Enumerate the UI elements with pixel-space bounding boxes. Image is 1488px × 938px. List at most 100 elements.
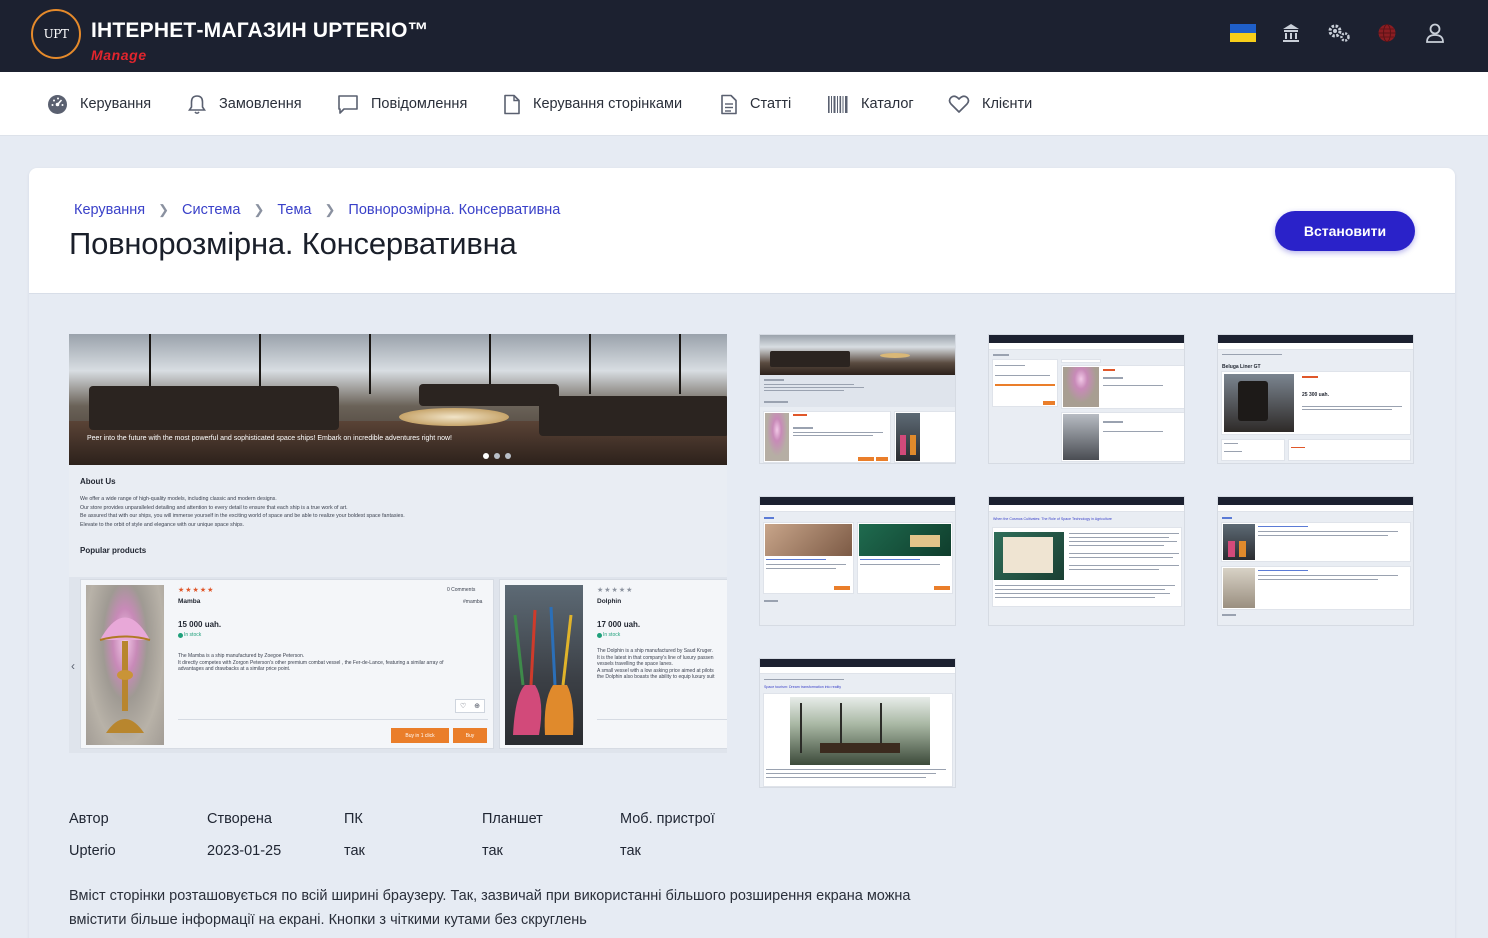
document-icon (721, 94, 737, 114)
breadcrumb-link[interactable]: Керування (74, 202, 145, 218)
nav-item-pages[interactable]: Керування сторінками (503, 72, 682, 136)
about-line: Be assured that with our ships, you will… (80, 513, 405, 520)
meta-header-mobile: Моб. пристрої (620, 811, 715, 827)
nav-item-dashboard[interactable]: Керування (47, 72, 151, 136)
install-button[interactable]: Встановити (1275, 211, 1415, 251)
bell-icon (188, 94, 206, 114)
product-image (86, 585, 164, 745)
page-icon (504, 94, 520, 114)
message-icon (338, 94, 358, 114)
product-rating: ★★★★★ (178, 587, 215, 594)
heart-icon (948, 95, 970, 113)
store-title: ІНТЕРНЕТ-МАГАЗИН UPTERIO™ (91, 19, 429, 42)
chevron-left-icon[interactable]: ‹ (71, 659, 75, 673)
hero-caption: Peer into the future with the most power… (87, 435, 452, 442)
product-rating: ★★★★★ (597, 587, 634, 594)
stock-dot-icon (178, 633, 183, 638)
nav-label: Керування сторінками (533, 96, 683, 112)
product-price: 17 000 uah. (597, 620, 641, 629)
theme-description: Вміст сторінки розташовується по всій ши… (69, 888, 911, 928)
heart-icon[interactable]: ♡ (460, 702, 466, 710)
nav-item-articles[interactable]: Статті (720, 72, 791, 136)
product-image (505, 585, 583, 745)
chevron-right-icon: ❯ (158, 202, 170, 217)
about-line: Our store provides unparalleled detailin… (80, 504, 348, 511)
theme-card: Керування ❯ Система ❯ Тема ❯ Повнорозмірна.… (29, 168, 1455, 938)
top-actions (1230, 20, 1448, 46)
meta-value-pc: так (344, 843, 365, 859)
wishlist-compare[interactable]: ♡ ⊕ (455, 699, 485, 713)
nav-label: Керування (80, 96, 152, 112)
main-nav: Керування Замовлення Повідомлення Керува… (0, 72, 1488, 136)
nav-label: Замовлення (219, 96, 302, 112)
nav-label: Статті (750, 96, 792, 112)
breadcrumb: Керування ❯ Система ❯ Тема ❯ Повнорозмірна.… (74, 202, 560, 218)
nav-item-orders[interactable]: Замовлення (187, 72, 302, 136)
product-stock: In stock (603, 632, 621, 638)
meta-value-author: Upterio (69, 843, 116, 859)
thumb-post-title: Space tourism: Dream transformation into… (764, 685, 842, 689)
theme-thumbnail-post[interactable]: Space tourism: Dream transformation into… (759, 658, 956, 788)
about-line: Elevate to the orbit of style and elegan… (80, 521, 245, 528)
meta-header-tablet: Планшет (482, 811, 543, 827)
globe-icon[interactable] (1374, 20, 1400, 46)
breadcrumb-current[interactable]: Повнорозмірна. Консервативна (348, 202, 560, 218)
about-title: About Us (80, 477, 116, 486)
about-section: About Us We offer a wide range of high-q… (80, 477, 720, 529)
product-brand: #mamba (463, 599, 483, 605)
meta-header-author: Автор (69, 811, 109, 827)
barcode-icon (828, 95, 848, 113)
slider-dots[interactable] (483, 453, 511, 459)
theme-thumbnail-catalog[interactable] (988, 334, 1185, 464)
top-bar: UPT ІНТЕРНЕТ-МАГАЗИН UPTERIO™ Manage (0, 0, 1488, 72)
about-line: We offer a wide range of high-quality mo… (80, 496, 277, 502)
product-description: The Mamba is a ship manufactured by Zoeg… (178, 653, 444, 672)
theme-thumbnail-article[interactable]: When the Cosmos Cultivates: The Role of … (988, 496, 1185, 626)
thumb-article-title: When the Cosmos Cultivates: The Role of … (993, 517, 1112, 521)
theme-thumbnail-news[interactable] (1217, 496, 1414, 626)
thumb-product-price: 25 300 uah. (1302, 392, 1329, 398)
nav-item-catalog[interactable]: Каталог (827, 72, 914, 136)
theme-thumbnail-home[interactable] (759, 334, 956, 464)
product-price: 15 000 uah. (178, 620, 222, 629)
meta-header-pc: ПК (344, 811, 363, 827)
gears-icon[interactable] (1326, 20, 1352, 46)
popular-title: Popular products (80, 546, 147, 555)
product-stock: In stock (184, 632, 202, 638)
nav-label: Повідомлення (371, 96, 468, 112)
product-card[interactable]: ★★★★★ Mamba 0 Comments #mamba 15 000 uah… (80, 579, 494, 749)
hero-banner: Peer into the future with the most power… (69, 334, 727, 465)
product-name[interactable]: Dolphin (597, 598, 621, 605)
products-carousel: ‹ ★★★★★ Mamba 0 Comments #mamba 15 000 u… (69, 577, 727, 753)
product-comments[interactable]: 0 Comments (447, 587, 475, 593)
nav-item-clients[interactable]: Клієнти (948, 72, 1032, 136)
nav-item-messages[interactable]: Повідомлення (337, 72, 467, 136)
dashboard-icon (48, 94, 67, 114)
card-header: Керування ❯ Система ❯ Тема ❯ Повнорозмірна.… (29, 168, 1455, 294)
thumb-product-title: Beluga Liner GT (1222, 364, 1261, 370)
user-icon[interactable] (1422, 20, 1448, 46)
globe-icon[interactable]: ⊕ (474, 702, 480, 710)
product-card[interactable]: ★★★★★ Dolphin 17 000 uah. In stock The D… (499, 579, 727, 749)
store-subtitle: Manage (91, 47, 147, 63)
chevron-right-icon: ❯ (324, 202, 336, 217)
product-name[interactable]: Mamba (178, 598, 200, 605)
theme-thumbnail-blog[interactable] (759, 496, 956, 626)
logo-text: UPT (43, 27, 69, 41)
meta-value-created: 2023-01-25 (207, 843, 282, 859)
breadcrumb-link[interactable]: Тема (277, 202, 311, 218)
bank-icon[interactable] (1278, 20, 1304, 46)
logo[interactable]: UPT (31, 9, 81, 59)
meta-value-mobile: так (620, 843, 641, 859)
ukraine-flag-icon[interactable] (1230, 20, 1256, 46)
meta-value-tablet: так (482, 843, 503, 859)
product-description: The Dolphin is a ship manufactured by Sa… (597, 648, 715, 680)
buy-button[interactable]: Buy (453, 728, 487, 743)
buy-one-click-button[interactable]: Buy in 1 click (391, 728, 449, 743)
meta-header-created: Створена (207, 811, 272, 827)
breadcrumb-link[interactable]: Система (182, 202, 240, 218)
theme-preview-main[interactable]: Peer into the future with the most power… (69, 334, 727, 753)
theme-thumbnail-product[interactable]: Beluga Liner GT 25 300 uah. (1217, 334, 1414, 464)
stock-dot-icon (597, 633, 602, 638)
nav-label: Каталог (861, 96, 914, 112)
